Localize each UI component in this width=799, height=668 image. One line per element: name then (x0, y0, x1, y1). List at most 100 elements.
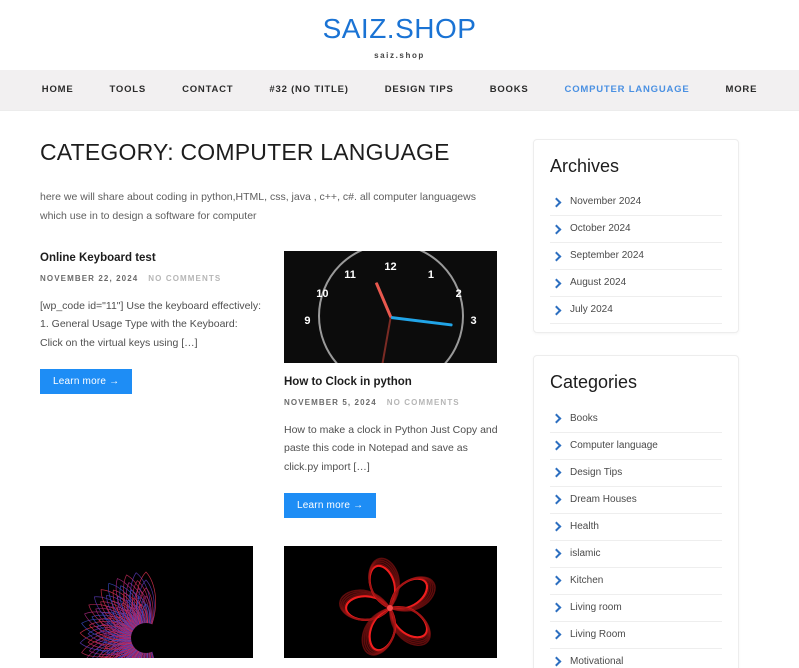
chevron-right-icon (552, 576, 561, 585)
chevron-right-icon (552, 279, 561, 288)
clock-number-10: 10 (316, 288, 329, 301)
nav-item-tools[interactable]: TOOLS (92, 84, 165, 95)
nav-item-contact[interactable]: CONTACT (164, 84, 251, 95)
category-link-computer-language[interactable]: Computer language (550, 433, 722, 460)
clock-number-11: 11 (344, 269, 356, 282)
page-title: CATEGORY: COMPUTER LANGUAGE (40, 138, 450, 165)
chevron-right-icon (552, 414, 561, 423)
archive-link-august-2024[interactable]: August 2024 (550, 270, 722, 298)
post-meta: NOVEMBER 5, 2024 NO COMMENTS (284, 398, 505, 407)
widget-categories-title: Categories (550, 372, 638, 393)
chevron-right-icon (552, 495, 561, 504)
widget-archives: Archives November 2024 October 2024 Septem… (533, 138, 739, 334)
main-column: CATEGORY: COMPUTER LANGUAGE here we will… (40, 139, 505, 668)
learn-more-button[interactable]: Learn more → (284, 492, 377, 518)
post-comments-count[interactable]: NO COMMENTS (387, 398, 460, 407)
category-link-label: Computer language (570, 439, 658, 451)
nav-item-home[interactable]: HOME (24, 84, 92, 95)
categories-list: Books Computer language Design Tips Dream H… (550, 406, 722, 668)
chevron-right-icon (552, 306, 561, 315)
nav-item-design-tips[interactable]: DESIGN TIPS (367, 84, 472, 95)
site-title[interactable]: SAIZ.SHOP (0, 13, 799, 45)
chevron-right-icon (552, 630, 561, 639)
archive-link-october-2024[interactable]: October 2024 (550, 216, 722, 244)
widget-archives-title: Archives (550, 155, 620, 176)
red-flower-illustration (284, 545, 497, 658)
chevron-right-icon (552, 252, 561, 261)
category-link-living-room[interactable]: Living room (550, 595, 722, 622)
category-link-living-room[interactable]: Living Room (550, 622, 722, 649)
category-link-label: Kitchen (570, 574, 604, 586)
page-root: SAIZ.SHOP saiz.shop HOME TOOLS CONTACT #32 … (0, 0, 799, 668)
category-link-label: islamic (570, 547, 601, 559)
widget-categories: Categories Books Computer language Design … (533, 355, 739, 668)
category-link-label: Living Room (570, 628, 626, 640)
category-link-label: Books (570, 412, 598, 424)
archive-description: here we will share about coding in pytho… (40, 191, 476, 222)
post-meta: NOVEMBER 22, 2024 NO COMMENTS (40, 274, 261, 283)
category-link-design-tips[interactable]: Design Tips (550, 460, 722, 487)
chevron-right-icon (552, 225, 561, 234)
clock-number-3: 3 (470, 315, 477, 328)
chevron-right-icon (552, 603, 561, 612)
archive-link-july-2024[interactable]: July 2024 (550, 297, 722, 325)
site-tagline: saiz.shop (374, 50, 425, 60)
post-thumbnail[interactable] (284, 545, 497, 658)
main-navigation: HOME TOOLS CONTACT #32 (NO TITLE) DESIGN TIP… (0, 69, 799, 111)
chevron-right-icon (552, 468, 561, 477)
post-card: How to Make Flower in PythonNOVEMBER 5, … (284, 545, 505, 668)
nav-item-32-no-title[interactable]: #32 (NO TITLE) (251, 84, 366, 95)
site-header: SAIZ.SHOP saiz.shop (0, 0, 799, 70)
category-link-dream-houses[interactable]: Dream Houses (550, 487, 722, 514)
post-card: How to make Flower of different colorNOV… (40, 545, 261, 668)
category-link-label: Design Tips (570, 466, 623, 478)
archive-link-november-2024[interactable]: November 2024 (550, 189, 722, 217)
nav-item-more[interactable]: MORE (708, 84, 776, 95)
post-title[interactable]: How to Clock in python (284, 375, 505, 391)
archive-link-september-2024[interactable]: September 2024 (550, 243, 722, 271)
category-link-health[interactable]: Health (550, 514, 722, 541)
category-link-label: Dream Houses (570, 493, 637, 505)
archive-link-label: September 2024 (570, 250, 644, 262)
nav-item-computer-language[interactable]: COMPUTER LANGUAGE (547, 84, 708, 95)
chevron-right-icon (552, 657, 561, 666)
post-date: NOVEMBER 22, 2024 (40, 273, 139, 283)
multicolor-flower-illustration (40, 545, 253, 658)
learn-more-button[interactable]: Learn more → (40, 368, 133, 394)
archive-link-label: July 2024 (570, 304, 613, 316)
post-thumbnail[interactable]: 12 1 2 3 9 10 11 (284, 251, 497, 364)
post-excerpt: [wp_code id="11"] Use the keyboard effec… (40, 299, 261, 350)
category-link-motivational[interactable]: Motivational (550, 649, 722, 668)
content-wrapper: CATEGORY: COMPUTER LANGUAGE here we will… (0, 111, 799, 668)
chevron-right-icon (552, 198, 561, 207)
posts-grid: Online Keyboard test NOVEMBER 22, 2024 NO … (40, 251, 505, 668)
post-thumbnail[interactable] (40, 545, 253, 658)
archive-link-label: November 2024 (570, 196, 642, 208)
clock-illustration: 12 1 2 3 9 10 11 (284, 251, 497, 364)
category-link-label: Motivational (570, 655, 624, 667)
clock-number-2: 2 (455, 288, 462, 301)
post-card: 12 1 2 3 9 10 11 How to Clock in python NOVEMBER… (284, 251, 505, 518)
category-link-islamic[interactable]: islamic (550, 541, 722, 568)
post-card: Online Keyboard test NOVEMBER 22, 2024 NO … (40, 251, 261, 518)
sidebar: Archives November 2024 October 2024 Septem… (533, 138, 739, 668)
post-date: NOVEMBER 5, 2024 (284, 397, 377, 407)
chevron-right-icon (552, 441, 561, 450)
clock-number-1: 1 (427, 269, 435, 282)
chevron-right-icon (552, 549, 561, 558)
chevron-right-icon (552, 522, 561, 531)
category-link-books[interactable]: Books (550, 406, 722, 433)
category-link-kitchen[interactable]: Kitchen (550, 568, 722, 595)
post-comments-count[interactable]: NO COMMENTS (148, 274, 221, 283)
archive-link-label: October 2024 (570, 223, 631, 235)
archives-list: November 2024 October 2024 September 2024 A… (550, 189, 722, 325)
nav-item-books[interactable]: BOOKS (472, 84, 547, 95)
post-excerpt: How to make a clock in Python Just Copy … (284, 423, 498, 474)
clock-number-12: 12 (384, 261, 397, 274)
archive-link-label: August 2024 (570, 277, 627, 289)
clock-number-9: 9 (304, 315, 311, 328)
post-title[interactable]: Online Keyboard test (40, 251, 261, 267)
category-link-label: Living room (570, 601, 622, 613)
nav-list: HOME TOOLS CONTACT #32 (NO TITLE) DESIGN TIP… (24, 84, 775, 95)
category-link-label: Health (570, 520, 599, 532)
